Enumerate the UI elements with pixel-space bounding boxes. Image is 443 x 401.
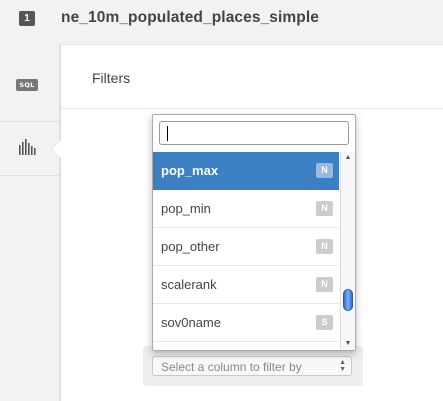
column-option[interactable]: pop_max N (153, 152, 339, 190)
panel-title: Filters (92, 70, 131, 86)
scroll-up-arrow-icon[interactable]: ▲ (341, 152, 355, 164)
column-type-badge: N (316, 163, 333, 178)
column-option-label: scalerank (161, 277, 217, 292)
column-option[interactable]: sov0name S (153, 304, 339, 342)
column-option-label: pop_max (161, 163, 219, 178)
column-type-badge: S (316, 315, 333, 330)
column-type-badge: N (316, 277, 333, 292)
layer-header: 1 ne_10m_populated_places_simple (0, 0, 443, 44)
select-arrows-icon: ▲ ▼ (339, 359, 346, 373)
sql-icon[interactable]: SQL (16, 79, 38, 91)
layer-number-badge: 1 (19, 11, 35, 26)
column-option-label: pop_min (161, 201, 211, 216)
scroll-down-arrow-icon[interactable]: ▼ (341, 338, 355, 350)
column-search-box[interactable] (159, 121, 349, 145)
column-dropdown: pop_max Npop_min Npop_other Nscalerank Nsov0… (152, 114, 356, 351)
column-type-badge: N (316, 201, 333, 216)
column-search-input[interactable] (160, 122, 348, 144)
column-option[interactable]: pop_other N (153, 228, 339, 266)
column-options-list: pop_max Npop_min Npop_other Nscalerank Nsov0… (153, 152, 339, 350)
column-select-container: Select a column to filter by ▲ ▼ (143, 346, 363, 386)
column-option-label: sov0name (161, 315, 221, 330)
scroll-thumb[interactable] (343, 289, 353, 311)
column-option[interactable]: pop_min N (153, 190, 339, 228)
column-type-badge: N (316, 239, 333, 254)
dropdown-scrollbar[interactable]: ▲ ▼ (340, 152, 355, 350)
panel-pointer-fill (52, 140, 61, 158)
layer-name-title: ne_10m_populated_places_simple (61, 9, 320, 26)
column-select[interactable]: Select a column to filter by ▲ ▼ (152, 356, 352, 376)
histogram-icon[interactable] (18, 139, 38, 155)
text-cursor (167, 126, 168, 141)
column-option[interactable]: scalerank N (153, 266, 339, 304)
panel-header: Filters (61, 45, 443, 109)
column-select-placeholder: Select a column to filter by (161, 360, 302, 374)
scroll-track[interactable] (343, 164, 353, 338)
column-option-label: pop_other (161, 239, 220, 254)
